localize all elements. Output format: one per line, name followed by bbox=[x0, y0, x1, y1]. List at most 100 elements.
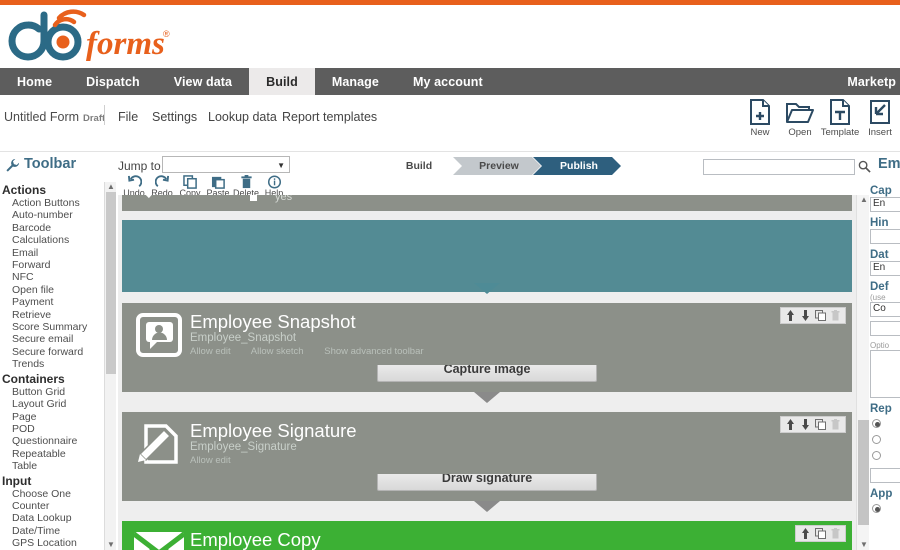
prop-hint-input[interactable] bbox=[870, 229, 900, 244]
nav-item-dispatch[interactable]: Dispatch bbox=[69, 68, 157, 95]
prop-reply-input[interactable] bbox=[870, 468, 900, 483]
prop-default-input[interactable]: Co bbox=[870, 302, 900, 317]
prop-reply-radio-3[interactable] bbox=[872, 451, 881, 460]
palette-scroll-down-icon[interactable]: ▼ bbox=[107, 540, 115, 549]
palette-scrollbar[interactable]: ▲ ▼ bbox=[104, 182, 116, 550]
trash-icon bbox=[240, 175, 252, 189]
palette-item-open-file[interactable]: Open file bbox=[0, 284, 118, 296]
menu-report-templates[interactable]: Report templates bbox=[282, 110, 377, 124]
palette-item-barcode[interactable]: Barcode bbox=[0, 222, 118, 234]
canvas-scroll-thumb[interactable] bbox=[858, 420, 869, 525]
trash-icon[interactable] bbox=[829, 418, 842, 431]
doforms-logo[interactable]: forms ® bbox=[8, 9, 173, 67]
snapshot-option-allow-edit[interactable]: Allow edit bbox=[190, 346, 231, 357]
move-down-icon[interactable] bbox=[799, 309, 812, 322]
palette-item-date-time[interactable]: Date/Time bbox=[0, 525, 118, 537]
nav-item-home[interactable]: Home bbox=[0, 68, 69, 95]
nav-item-view-data[interactable]: View data bbox=[157, 68, 249, 95]
wizard-step-publish[interactable]: Publish bbox=[533, 157, 621, 175]
palette-scroll-thumb[interactable] bbox=[106, 192, 116, 374]
insert-button[interactable]: Insert bbox=[860, 95, 900, 138]
prop-append-radio-1[interactable] bbox=[872, 504, 881, 513]
partial-block-top[interactable]: Turn on selection buttons yes bbox=[122, 195, 852, 211]
palette-item-score-summary[interactable]: Score Summary bbox=[0, 321, 118, 333]
prop-reply-radio-2[interactable] bbox=[872, 435, 881, 444]
nav-item-build[interactable]: Build bbox=[249, 68, 315, 95]
prop-reply-radio-1[interactable] bbox=[872, 419, 881, 428]
svg-text:forms: forms bbox=[86, 26, 165, 62]
block-employee-signature[interactable]: Employee Signature Employee_Signature Al… bbox=[122, 412, 852, 501]
snapshot-options: Allow edit Allow sketch Show advanced to… bbox=[190, 346, 846, 357]
wizard-step-build[interactable]: Build bbox=[373, 157, 461, 175]
teal-page-block[interactable] bbox=[122, 220, 852, 292]
move-up-icon[interactable] bbox=[784, 418, 797, 431]
palette-item-trends[interactable]: Trends bbox=[0, 358, 118, 370]
menu-file[interactable]: File bbox=[118, 110, 138, 124]
palette-item-table[interactable]: Table bbox=[0, 460, 118, 472]
palette-item-layout-grid[interactable]: Layout Grid bbox=[0, 398, 118, 410]
search-icon[interactable] bbox=[858, 160, 871, 178]
info-icon bbox=[267, 175, 281, 189]
move-up-icon[interactable] bbox=[784, 309, 797, 322]
palette-item-counter[interactable]: Counter bbox=[0, 500, 118, 512]
snapshot-option-advanced-toolbar[interactable]: Show advanced toolbar bbox=[324, 346, 423, 357]
wizard-step-preview[interactable]: Preview bbox=[453, 157, 541, 175]
palette-item-page[interactable]: Page bbox=[0, 411, 118, 423]
palette-group-input: Input bbox=[2, 473, 32, 488]
trash-icon[interactable] bbox=[829, 309, 842, 322]
signature-option-allow-edit[interactable]: Allow edit bbox=[190, 455, 231, 466]
palette-item-payment[interactable]: Payment bbox=[0, 296, 118, 308]
trash-icon[interactable] bbox=[829, 527, 842, 540]
copy-icon[interactable] bbox=[814, 309, 827, 322]
move-up-icon[interactable] bbox=[799, 527, 812, 540]
palette-item-secure-forward[interactable]: Secure forward bbox=[0, 346, 118, 358]
palette-item-button-grid[interactable]: Button Grid bbox=[0, 386, 118, 398]
block-employee-snapshot[interactable]: Employee Snapshot Employee_Snapshot Allo… bbox=[122, 303, 852, 392]
palette-item-email[interactable]: Email bbox=[0, 247, 118, 259]
palette-item-forward[interactable]: Forward bbox=[0, 259, 118, 271]
menu-lookup-data[interactable]: Lookup data bbox=[208, 110, 277, 124]
palette-item-auto-number[interactable]: Auto-number bbox=[0, 209, 118, 221]
palette-item-questionnaire[interactable]: Questionnaire bbox=[0, 435, 118, 447]
palette-item-nfc[interactable]: NFC bbox=[0, 271, 118, 283]
copy-icon bbox=[182, 175, 197, 189]
insert-label: Insert bbox=[868, 127, 892, 138]
canvas-scrollbar[interactable]: ▲ ▼ bbox=[856, 195, 869, 550]
signature-block-tools bbox=[780, 416, 846, 433]
palette-scroll-up-icon[interactable]: ▲ bbox=[107, 182, 115, 191]
jump-to-select[interactable]: ▼ bbox=[162, 156, 290, 173]
prop-options-textarea[interactable] bbox=[870, 350, 900, 398]
nav-item-my-account[interactable]: My account bbox=[396, 68, 500, 95]
new-form-button[interactable]: New bbox=[740, 95, 780, 138]
snapshot-option-allow-sketch[interactable]: Allow sketch bbox=[251, 346, 304, 357]
palette-item-calculations[interactable]: Calculations bbox=[0, 234, 118, 246]
menu-settings[interactable]: Settings bbox=[152, 110, 197, 124]
move-down-icon[interactable] bbox=[799, 418, 812, 431]
canvas-scroll-down-icon[interactable]: ▼ bbox=[860, 540, 868, 549]
palette-item-choose-one[interactable]: Choose One bbox=[0, 488, 118, 500]
nav-item-marketplace[interactable]: Marketp bbox=[830, 68, 900, 95]
toolbar-title: Toolbar bbox=[24, 156, 77, 172]
open-form-button[interactable]: Open bbox=[780, 95, 820, 138]
copy-icon[interactable] bbox=[814, 418, 827, 431]
nav-item-manage[interactable]: Manage bbox=[315, 68, 396, 95]
palette-item-data-lookup[interactable]: Data Lookup bbox=[0, 512, 118, 524]
copy-icon[interactable] bbox=[814, 527, 827, 540]
palette-item-action-buttons[interactable]: Action Buttons bbox=[0, 197, 118, 209]
palette-item-repeatable[interactable]: Repeatable bbox=[0, 448, 118, 460]
teal-block-body[interactable] bbox=[122, 220, 852, 292]
prop-caption-input[interactable]: En bbox=[870, 197, 900, 212]
canvas-scroll-up-icon[interactable]: ▲ bbox=[860, 195, 868, 204]
template-button[interactable]: Template bbox=[820, 95, 860, 138]
palette-item-secure-email[interactable]: Secure email bbox=[0, 333, 118, 345]
prop-extra-input[interactable] bbox=[870, 321, 900, 336]
palette-item-pod[interactable]: POD bbox=[0, 423, 118, 435]
partial-block-checkbox[interactable]: yes bbox=[250, 195, 846, 203]
prop-data-input[interactable]: En bbox=[870, 261, 900, 276]
open-form-label: Open bbox=[788, 127, 812, 138]
palette-item-gps-location[interactable]: GPS Location bbox=[0, 537, 118, 549]
checkbox-icon[interactable] bbox=[250, 195, 257, 201]
search-input[interactable] bbox=[703, 159, 855, 175]
palette-item-retrieve[interactable]: Retrieve bbox=[0, 309, 118, 321]
block-employee-copy[interactable]: Employee Copy Employee_Copy bbox=[122, 521, 852, 550]
